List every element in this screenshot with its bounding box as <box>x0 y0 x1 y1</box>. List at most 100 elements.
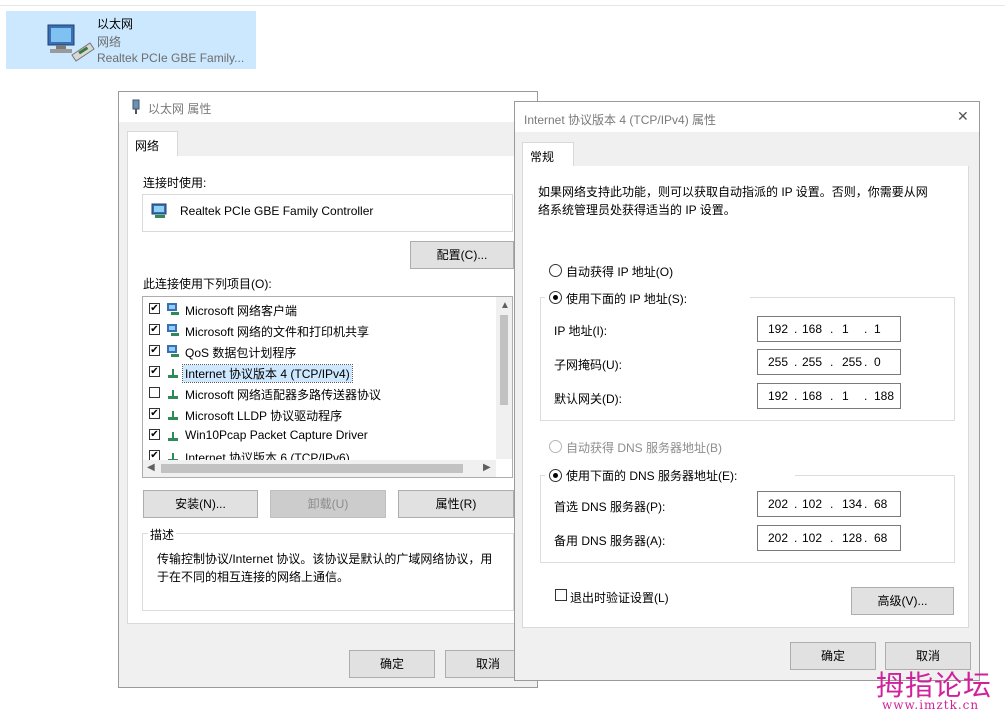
horizontal-scroll-thumb[interactable] <box>161 464 463 473</box>
tab-network-label: 网络 <box>135 139 160 153</box>
alternate-dns-label: 备用 DNS 服务器(A): <box>554 534 666 548</box>
item-label: Internet 协议版本 4 (TCP/IPv4) <box>182 364 353 383</box>
top-divider <box>0 5 1005 6</box>
description-line-1: 传输控制协议/Internet 协议。该协议是默认的广域网络协议，用 <box>157 552 493 566</box>
tab-network[interactable]: 网络 <box>127 131 178 157</box>
ip-octet[interactable]: 255 <box>802 355 822 369</box>
ip-octet[interactable]: 102 <box>802 531 822 545</box>
ip-address-label: IP 地址(I): <box>554 324 608 338</box>
ip-octet[interactable]: 68 <box>874 497 887 511</box>
ip-dot: . <box>830 322 834 336</box>
ip-dot: . <box>794 497 798 511</box>
ip-octet[interactable]: 255 <box>842 355 862 369</box>
list-item[interactable]: ✔ Microsoft 网络的文件和打印机共享 <box>149 320 489 340</box>
adapter-name: 以太网 <box>97 17 134 31</box>
list-item[interactable]: Microsoft 网络适配器多路传送器协议 <box>149 383 489 403</box>
ip-octet[interactable]: 1 <box>842 389 849 403</box>
items-label: 此连接使用下列项目(O): <box>143 277 272 291</box>
subnet-mask-input[interactable]: 255 255 255 0... <box>757 349 901 375</box>
ip-octet[interactable]: 202 <box>768 497 788 511</box>
item-checkbox[interactable]: ✔ <box>149 408 160 419</box>
manual-dns-label[interactable]: 使用下面的 DNS 服务器地址(E): <box>566 467 737 484</box>
protocol-icon <box>166 428 180 442</box>
manual-ip-radio[interactable] <box>549 291 562 304</box>
item-checkbox[interactable]: ✔ <box>149 429 160 440</box>
manual-ip-label[interactable]: 使用下面的 IP 地址(S): <box>566 290 687 307</box>
preferred-dns-label: 首选 DNS 服务器(P): <box>554 500 666 514</box>
ip-octet[interactable]: 1 <box>874 322 881 336</box>
auto-dns-label[interactable]: 自动获得 DNS 服务器地址(B) <box>566 439 722 456</box>
validate-checkbox[interactable] <box>555 589 567 601</box>
components-list[interactable]: ✔ Microsoft 网络客户端 ✔ Microsoft 网络的文件和打印机共享 ✔ Q… <box>142 296 513 478</box>
qos-icon <box>166 344 180 358</box>
list-item[interactable]: ✔ Microsoft 网络客户端 <box>149 299 489 319</box>
scroll-left-arrow-icon[interactable]: ◀ <box>147 462 155 473</box>
scroll-right-arrow-icon[interactable]: ▶ <box>483 462 491 473</box>
install-button[interactable]: 安装(N)... <box>143 490 258 518</box>
dialog-title: 以太网 属性 <box>148 102 212 116</box>
ip-octet[interactable]: 255 <box>768 355 788 369</box>
ip-octet[interactable]: 188 <box>874 389 894 403</box>
alternate-dns-input[interactable]: 202 102 128 68... <box>757 525 901 551</box>
auto-ip-radio[interactable] <box>549 264 562 277</box>
adapter-small-icon <box>151 203 167 218</box>
item-checkbox[interactable]: ✔ <box>149 324 160 335</box>
list-item[interactable]: ✔ Internet 协议版本 4 (TCP/IPv4) <box>149 362 489 383</box>
ip-octet[interactable]: 102 <box>802 497 822 511</box>
ipv4-ok-button[interactable]: 确定 <box>790 642 876 670</box>
item-checkbox[interactable]: ✔ <box>149 366 160 377</box>
item-checkbox[interactable] <box>149 387 160 398</box>
scroll-up-arrow-icon[interactable]: ▲ <box>500 300 510 311</box>
preferred-dns-input[interactable]: 202 102 134 68... <box>757 491 901 517</box>
title-bar[interactable]: 以太网 属性 <box>119 92 537 122</box>
manual-dns-radio[interactable] <box>549 469 562 482</box>
protocol-icon <box>166 365 180 379</box>
network-client-icon <box>166 302 180 316</box>
ethernet-adapter-tile[interactable]: 以太网 网络 Realtek PCIe GBE Family... <box>6 11 256 69</box>
configure-button[interactable]: 配置(C)... <box>410 241 514 269</box>
ip-octet[interactable]: 128 <box>842 531 862 545</box>
vertical-scrollbar[interactable]: ▲ <box>496 297 512 459</box>
ip-octet[interactable]: 168 <box>802 389 822 403</box>
auto-ip-label[interactable]: 自动获得 IP 地址(O) <box>566 263 673 280</box>
ipv4-title-bar[interactable]: Internet 协议版本 4 (TCP/IPv4) 属性 ✕ <box>515 102 979 132</box>
auto-dns-radio[interactable] <box>549 440 562 453</box>
item-checkbox[interactable]: ✔ <box>149 303 160 314</box>
advanced-button[interactable]: 高级(V)... <box>851 587 954 615</box>
list-item[interactable]: ✔ Microsoft LLDP 协议驱动程序 <box>149 404 489 424</box>
intro-line-2: 络系统管理员处获得适当的 IP 设置。 <box>538 203 736 217</box>
list-item[interactable]: ✔ QoS 数据包计划程序 <box>149 341 489 361</box>
ip-octet[interactable]: 192 <box>768 389 788 403</box>
validate-label[interactable]: 退出时验证设置(L) <box>570 589 669 606</box>
item-label: Microsoft LLDP 协议驱动程序 <box>185 409 343 423</box>
ip-octet[interactable]: 202 <box>768 531 788 545</box>
tab-general[interactable]: 常规 <box>522 142 574 167</box>
close-icon[interactable]: ✕ <box>957 108 969 125</box>
network-plug-icon <box>132 99 140 114</box>
ip-dot: . <box>830 355 834 369</box>
ip-dot: . <box>794 355 798 369</box>
horizontal-scrollbar[interactable]: ◀ ▶ <box>143 460 496 477</box>
vertical-scroll-thumb[interactable] <box>500 315 508 405</box>
item-label: Microsoft 网络客户端 <box>185 304 298 318</box>
gateway-input[interactable]: 192 168 1 188... <box>757 383 901 409</box>
ip-octet[interactable]: 168 <box>802 322 822 336</box>
eth-ok-button[interactable]: 确定 <box>349 650 435 678</box>
item-label: QoS 数据包计划程序 <box>185 346 297 360</box>
protocol-icon <box>166 407 180 421</box>
list-item[interactable]: ✔ Win10Pcap Packet Capture Driver <box>149 425 489 445</box>
uninstall-button[interactable]: 卸载(U) <box>270 490 386 518</box>
ip-octet[interactable]: 192 <box>768 322 788 336</box>
gateway-label: 默认网关(D): <box>554 392 622 406</box>
ip-octet[interactable]: 1 <box>842 322 849 336</box>
adapter-device: Realtek PCIe GBE Family... <box>97 51 245 65</box>
item-checkbox[interactable]: ✔ <box>149 345 160 356</box>
ip-octet[interactable]: 0 <box>874 355 881 369</box>
description-line-2: 于在不同的相互连接的网络上通信。 <box>157 570 350 584</box>
ip-dot: . <box>794 322 798 336</box>
ipv4-dialog-title: Internet 协议版本 4 (TCP/IPv4) 属性 <box>524 113 717 127</box>
properties-button[interactable]: 属性(R) <box>398 490 514 518</box>
ip-octet[interactable]: 134 <box>842 497 862 511</box>
ip-address-input[interactable]: 192 168 1 1... <box>757 316 901 342</box>
ip-octet[interactable]: 68 <box>874 531 887 545</box>
